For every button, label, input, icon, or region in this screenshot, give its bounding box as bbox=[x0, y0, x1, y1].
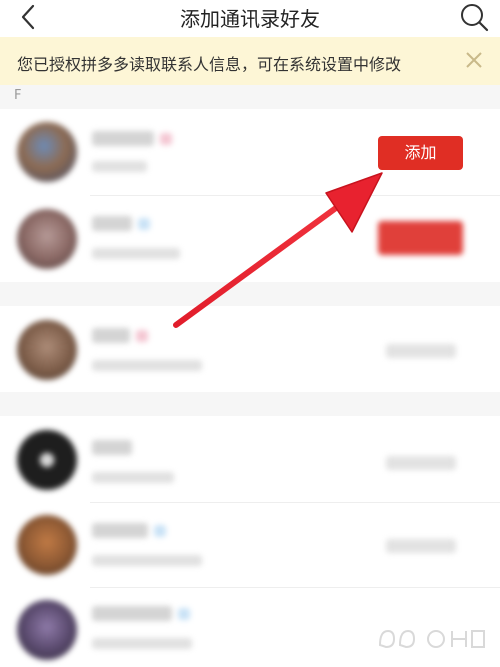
contact-row bbox=[0, 416, 500, 502]
add-friend-button[interactable] bbox=[378, 221, 463, 255]
gender-badge bbox=[154, 525, 166, 537]
contact-row: 添加 bbox=[0, 109, 500, 195]
contact-name bbox=[92, 216, 132, 231]
contact-row bbox=[0, 306, 500, 392]
section-header bbox=[0, 282, 500, 306]
close-icon[interactable] bbox=[464, 50, 484, 70]
avatar bbox=[17, 122, 77, 182]
permission-notice: 您已授权拼多多读取联系人信息，可在系统设置中修改 bbox=[0, 37, 500, 85]
contact-row bbox=[0, 503, 500, 587]
gender-badge bbox=[160, 133, 172, 145]
contact-name bbox=[92, 606, 172, 621]
section-letter: F bbox=[14, 88, 22, 103]
search-icon[interactable] bbox=[458, 1, 490, 33]
permission-notice-text: 您已授权拼多多读取联系人信息，可在系统设置中修改 bbox=[17, 55, 402, 74]
contact-name bbox=[92, 523, 148, 538]
contact-subtitle bbox=[92, 472, 174, 483]
avatar bbox=[17, 320, 77, 380]
contact-subtitle bbox=[92, 638, 192, 649]
gender-badge bbox=[136, 330, 148, 342]
contact-subtitle bbox=[92, 360, 202, 371]
page-title: 添加通讯录好友 bbox=[180, 7, 320, 31]
invite-button[interactable] bbox=[386, 456, 456, 470]
avatar bbox=[17, 209, 77, 269]
top-bar: 添加通讯录好友 bbox=[0, 0, 500, 34]
contact-name bbox=[92, 328, 130, 343]
contact-row bbox=[0, 196, 500, 282]
contact-name bbox=[92, 131, 154, 146]
avatar bbox=[17, 515, 77, 575]
avatar bbox=[17, 600, 77, 660]
gender-badge bbox=[178, 608, 190, 620]
watermark-logo bbox=[378, 629, 485, 649]
contact-name bbox=[92, 440, 132, 455]
avatar bbox=[17, 430, 77, 490]
add-friend-button[interactable]: 添加 bbox=[378, 136, 463, 170]
section-header: F bbox=[0, 85, 500, 109]
gender-badge bbox=[138, 218, 150, 230]
contact-subtitle bbox=[92, 248, 180, 259]
section-header bbox=[0, 392, 500, 416]
contact-subtitle bbox=[92, 161, 147, 172]
invite-button[interactable] bbox=[386, 539, 456, 553]
invite-button[interactable] bbox=[386, 344, 456, 358]
contact-subtitle bbox=[92, 555, 202, 566]
